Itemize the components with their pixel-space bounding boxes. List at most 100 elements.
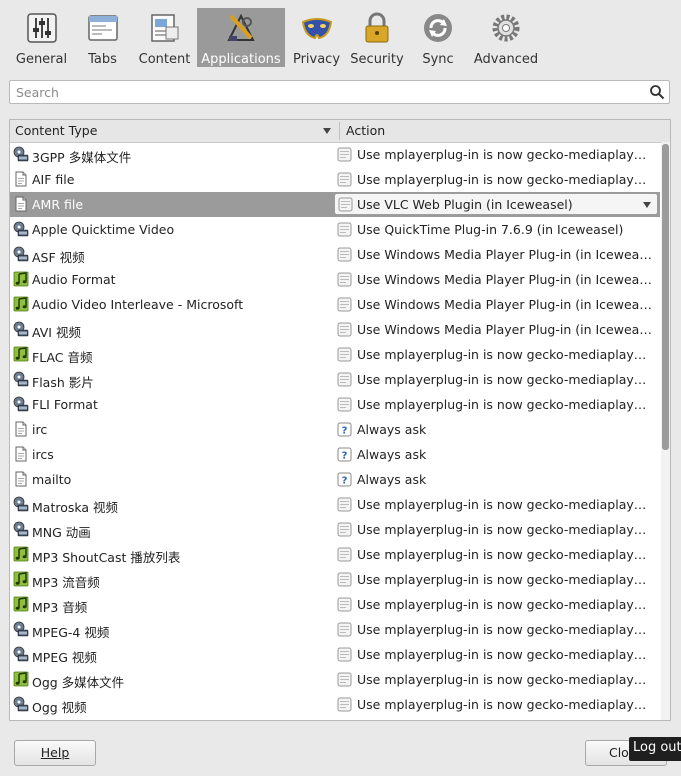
content-type-label: irc — [32, 422, 48, 437]
svg-text:?: ? — [342, 451, 348, 462]
sort-descending-icon — [323, 128, 331, 134]
table-row[interactable]: ASF 视频 Use Windows Media Player Plug-in (… — [10, 242, 660, 267]
tab-advanced[interactable]: Advanced — [470, 8, 542, 67]
table-row[interactable]: Audio Video Interleave - Microsoft Use Wi… — [10, 292, 660, 317]
audio-file-icon — [13, 596, 29, 612]
audio-file-icon — [13, 271, 29, 287]
table-row[interactable]: AIF file Use mplayerplug-in is now gecko-… — [10, 167, 660, 192]
action-label: Use Windows Media Player Plug-in (in Ice… — [357, 322, 652, 337]
table-row[interactable]: FLI Format Use mplayerplug-in is now geck… — [10, 392, 660, 417]
content-type-label: AIF file — [32, 172, 75, 187]
plugin-icon — [337, 672, 352, 687]
table-row[interactable]: 3GPP 多媒体文件 Use mplayerplug-in is now geck… — [10, 142, 660, 167]
table-row[interactable]: Audio Format Use Windows Media Player Plu… — [10, 267, 660, 292]
logout-tooltip: Log out — [629, 737, 681, 761]
tab-security[interactable]: Security — [347, 8, 407, 67]
content-type-label: mailto — [32, 472, 72, 487]
tab-sync-label: Sync — [422, 52, 454, 67]
plugin-icon — [338, 197, 353, 212]
content-type-label: Flash 影片 — [32, 375, 94, 390]
video-file-icon — [13, 696, 29, 712]
content-type-label: MNG 动画 — [32, 525, 91, 540]
table-row[interactable]: MP3 ShoutCast 播放列表 Use mplayerplug-in is … — [10, 542, 660, 567]
content-type-label: MP3 音频 — [32, 600, 88, 615]
privacy-mask-icon — [301, 18, 332, 40]
column-header-action[interactable]: Action — [346, 123, 385, 138]
tab-privacy[interactable]: Privacy — [288, 8, 345, 67]
action-label: Use mplayerplug-in is now gecko-mediapla… — [357, 622, 652, 637]
search-box — [9, 80, 670, 104]
tab-tabs[interactable]: Tabs — [75, 8, 130, 67]
video-file-icon — [13, 246, 29, 262]
list-rows: 3GPP 多媒体文件 Use mplayerplug-in is now geck… — [10, 142, 660, 717]
video-file-icon — [13, 646, 29, 662]
table-row[interactable]: MPEG 视频 Use mplayerplug-in is now gecko-m… — [10, 642, 660, 667]
svg-text:?: ? — [342, 426, 348, 437]
tab-content-label: Content — [138, 52, 191, 67]
action-label: Always ask — [357, 422, 427, 437]
table-row[interactable]: MP3 流音频 Use mplayerplug-in is now gecko-m… — [10, 567, 660, 592]
plugin-icon — [337, 547, 352, 562]
table-row[interactable]: irc? Always ask — [10, 417, 660, 442]
help-button[interactable]: Help — [14, 740, 96, 766]
security-lock-icon — [365, 12, 389, 43]
action-label: Use mplayerplug-in is now gecko-mediapla… — [357, 372, 652, 387]
plugin-icon — [337, 297, 352, 312]
audio-file-icon — [13, 671, 29, 687]
table-row[interactable]: Ogg 视频 Use mplayerplug-in is now gecko-me… — [10, 692, 660, 717]
sync-icon — [424, 14, 452, 42]
table-row[interactable]: Apple Quicktime Video Use QuickTime Plug-… — [10, 217, 660, 242]
table-row[interactable]: Ogg 多媒体文件 Use mplayerplug-in is now gecko… — [10, 667, 660, 692]
tab-tabs-label: Tabs — [88, 52, 117, 67]
table-row[interactable]: AVI 视频 Use Windows Media Player Plug-in (… — [10, 317, 660, 342]
table-row[interactable]: MP3 音频 Use mplayerplug-in is now gecko-me… — [10, 592, 660, 617]
video-file-icon — [13, 371, 29, 387]
action-label: Use mplayerplug-in is now gecko-mediapla… — [357, 572, 652, 587]
table-row[interactable]: FLAC 音频 Use mplayerplug-in is now gecko-m… — [10, 342, 660, 367]
video-file-icon — [13, 496, 29, 512]
table-row[interactable]: Matroska 视频 Use mplayerplug-in is now gec… — [10, 492, 660, 517]
plugin-icon — [337, 572, 352, 587]
content-type-label: Matroska 视频 — [32, 500, 119, 515]
content-type-label: Audio Format — [32, 272, 116, 287]
tab-sync[interactable]: Sync — [410, 8, 466, 67]
scrollbar-thumb[interactable] — [662, 144, 669, 450]
content-type-label: Ogg 视频 — [32, 700, 87, 715]
plugin-icon — [337, 272, 352, 287]
video-file-icon — [13, 521, 29, 537]
always-ask-icon: ? — [337, 422, 352, 437]
table-row[interactable]: ircs? Always ask — [10, 442, 660, 467]
svg-text:?: ? — [342, 476, 348, 487]
tab-content[interactable]: Content — [133, 8, 196, 67]
vertical-scrollbar[interactable] — [661, 142, 670, 720]
tabs-window-icon — [87, 15, 118, 41]
action-label: Use mplayerplug-in is now gecko-mediapla… — [357, 397, 652, 412]
table-row[interactable]: MNG 动画 Use mplayerplug-in is now gecko-me… — [10, 517, 660, 542]
document-file-icon — [13, 471, 29, 487]
action-label: Use mplayerplug-in is now gecko-mediapla… — [357, 547, 652, 562]
applications-tools-icon — [227, 13, 255, 41]
table-row[interactable]: MPEG-4 视频 Use mplayerplug-in is now gecko… — [10, 617, 660, 642]
tab-applications-label: Applications — [201, 52, 281, 67]
tab-privacy-label: Privacy — [292, 52, 341, 67]
content-type-label: MPEG-4 视频 — [32, 625, 110, 640]
action-dropdown[interactable]: Use VLC Web Plugin (in Iceweasel) — [334, 193, 658, 215]
search-input[interactable] — [10, 81, 652, 103]
search-icon[interactable] — [649, 84, 665, 100]
audio-file-icon — [13, 346, 29, 362]
plugin-icon — [337, 697, 352, 712]
table-row[interactable]: Flash 影片 Use mplayerplug-in is now gecko-… — [10, 367, 660, 392]
plugin-icon — [337, 322, 352, 337]
tab-general[interactable]: General — [10, 8, 73, 67]
table-row[interactable]: mailto? Always ask — [10, 467, 660, 492]
table-row-selected[interactable]: AMR file Use VLC Web Plugin (in Iceweasel… — [10, 192, 660, 217]
action-label: Use mplayerplug-in is now gecko-mediapla… — [357, 147, 652, 162]
column-header-content-type[interactable]: Content Type — [15, 123, 97, 138]
video-file-icon — [13, 221, 29, 237]
document-file-icon — [13, 446, 29, 462]
tab-applications[interactable]: Applications — [197, 8, 285, 67]
content-type-label: ircs — [32, 447, 54, 462]
plugin-icon — [337, 172, 352, 187]
action-label: Use mplayerplug-in is now gecko-mediapla… — [357, 347, 652, 362]
video-file-icon — [13, 396, 29, 412]
